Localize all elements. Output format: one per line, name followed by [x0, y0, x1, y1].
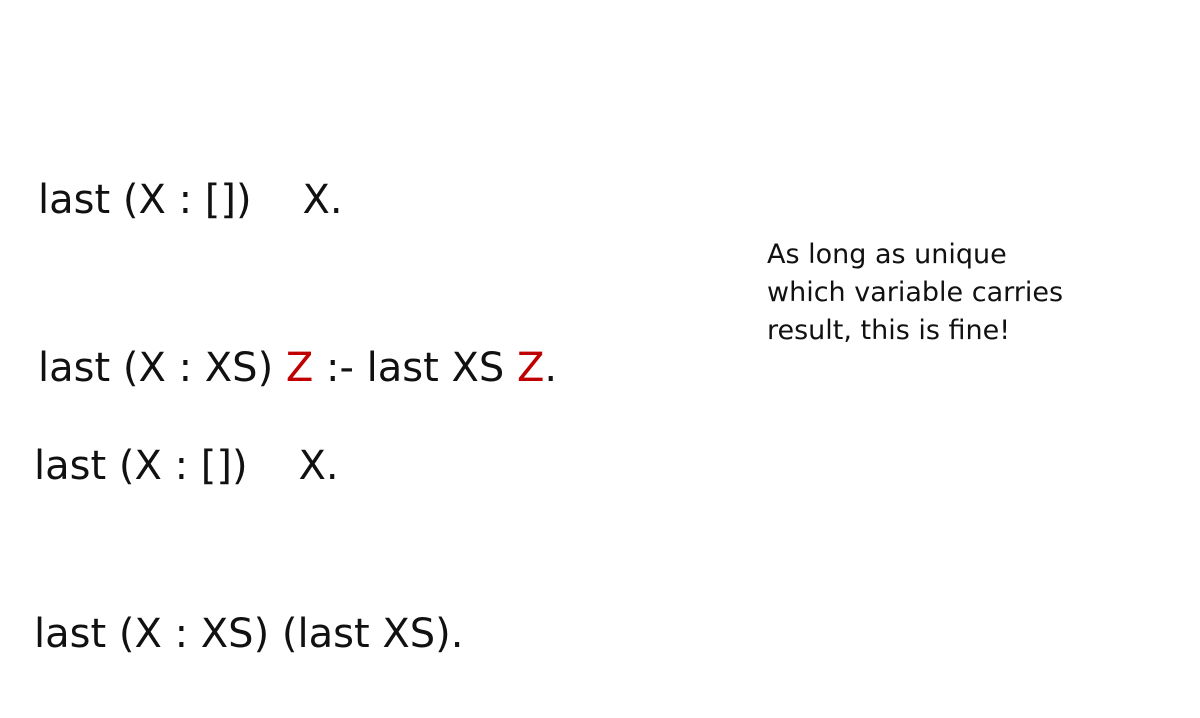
highlighted-variable: Z — [517, 345, 545, 391]
code-line-base-case: last (X : []) X. — [34, 443, 339, 489]
note-line: which variable carries — [767, 277, 1064, 308]
note-line: result, this is fine! — [767, 315, 1011, 346]
note-line: As long as unique — [767, 239, 1007, 270]
code-line-recursive-case: last (X : XS) (last XS). — [34, 611, 464, 657]
code-block-functional: last (X : []) X. last (X : XS) (last XS)… — [34, 326, 463, 718]
code-text: . — [544, 345, 558, 391]
side-note: As long as unique which variable carries… — [767, 236, 1127, 350]
code-line-base-case: last (X : []) X. — [38, 177, 343, 223]
